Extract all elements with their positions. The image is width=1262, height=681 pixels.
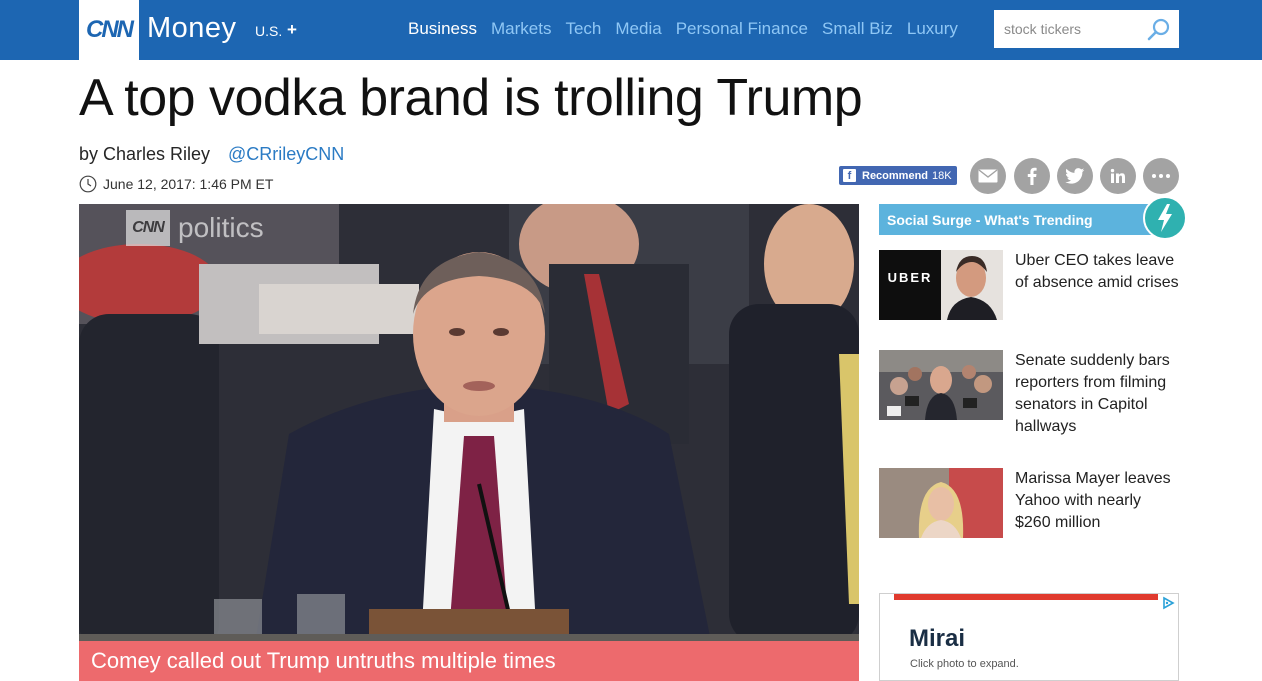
more-icon xyxy=(1152,174,1170,178)
story-2-thumbnail xyxy=(879,350,1003,420)
nav-media[interactable]: Media xyxy=(608,19,668,39)
watermark-politics-text: politics xyxy=(178,212,264,243)
facebook-icon xyxy=(1027,167,1037,185)
trending-story-2[interactable]: Senate suddenly bars reporters from film… xyxy=(879,350,1179,438)
publish-date: June 12, 2017: 1:46 PM ET xyxy=(79,175,273,193)
section-nav: Business Markets Tech Media Personal Fin… xyxy=(401,19,965,39)
ad-title: Mirai xyxy=(909,625,966,652)
nav-small-biz[interactable]: Small Biz xyxy=(815,19,900,39)
cnn-watermark-logo: CNN xyxy=(126,210,170,246)
ticker-search-input[interactable] xyxy=(994,10,1144,48)
facebook-recommend-button[interactable]: f Recommend 18K xyxy=(839,166,957,185)
share-more-button[interactable] xyxy=(1143,158,1179,194)
advertisement-banner[interactable]: Mirai Click photo to expand. xyxy=(879,593,1179,681)
story-1-thumbnail: UBER xyxy=(879,250,1003,320)
nav-business[interactable]: Business xyxy=(401,19,484,39)
lightning-bolt-icon xyxy=(1158,204,1172,232)
trending-badge xyxy=(1143,196,1187,240)
share-linkedin-button[interactable] xyxy=(1100,158,1136,194)
ad-subtitle: Click photo to expand. xyxy=(910,658,1019,670)
share-facebook-button[interactable] xyxy=(1014,158,1050,194)
publish-date-text: June 12, 2017: 1:46 PM ET xyxy=(103,176,274,192)
clock-icon xyxy=(79,175,97,193)
share-twitter-button[interactable] xyxy=(1057,158,1093,194)
trending-story-1[interactable]: UBER Uber CEO takes leave of absence ami… xyxy=(879,250,1179,320)
money-brand-link[interactable]: Money xyxy=(147,12,237,45)
ticker-search-box xyxy=(994,10,1179,48)
story-2-title[interactable]: Senate suddenly bars reporters from film… xyxy=(1015,350,1179,438)
edition-selector[interactable]: U.S. xyxy=(255,23,282,39)
recommend-label: Recommend xyxy=(862,169,929,182)
adchoices-icon[interactable] xyxy=(1161,596,1175,610)
story-3-title[interactable]: Marissa Mayer leaves Yahoo with nearly $… xyxy=(1015,468,1179,534)
video-frame-image xyxy=(79,204,859,681)
trending-story-3[interactable]: Marissa Mayer leaves Yahoo with nearly $… xyxy=(879,468,1179,538)
twitter-icon xyxy=(1065,168,1085,184)
facebook-logo-icon: f xyxy=(843,169,856,182)
story-3-thumbnail xyxy=(879,468,1003,538)
video-caption[interactable]: Comey called out Trump untruths multiple… xyxy=(79,641,859,681)
trending-heading: Social Surge - What's Trending xyxy=(879,204,1169,235)
nav-tech[interactable]: Tech xyxy=(558,19,608,39)
recommend-count: 18K xyxy=(932,169,952,182)
edition-expand-toggle[interactable]: + xyxy=(287,20,297,40)
nav-markets[interactable]: Markets xyxy=(484,19,558,39)
linkedin-icon xyxy=(1110,168,1125,183)
search-icon[interactable] xyxy=(1147,17,1171,41)
video-player[interactable]: CNN politics Comey called out Trump untr… xyxy=(79,204,859,681)
cnn-logo[interactable]: CNN xyxy=(79,0,139,60)
ad-top-stripe xyxy=(894,594,1158,600)
nav-luxury[interactable]: Luxury xyxy=(900,19,965,39)
share-email-button[interactable] xyxy=(970,158,1006,194)
video-watermark: CNN politics xyxy=(126,210,264,246)
story-1-title[interactable]: Uber CEO takes leave of absence amid cri… xyxy=(1015,250,1179,294)
nav-personal-finance[interactable]: Personal Finance xyxy=(669,19,815,39)
article-headline: A top vodka brand is trolling Trump xyxy=(79,69,863,127)
article-byline: by Charles Riley xyxy=(79,144,211,164)
email-icon xyxy=(978,169,998,183)
author-twitter-link[interactable]: @CRrileyCNN xyxy=(228,144,344,165)
uber-logo-text: UBER xyxy=(888,270,933,285)
top-navigation-bar: CNN Money U.S. + Business Markets Tech M… xyxy=(0,0,1262,60)
